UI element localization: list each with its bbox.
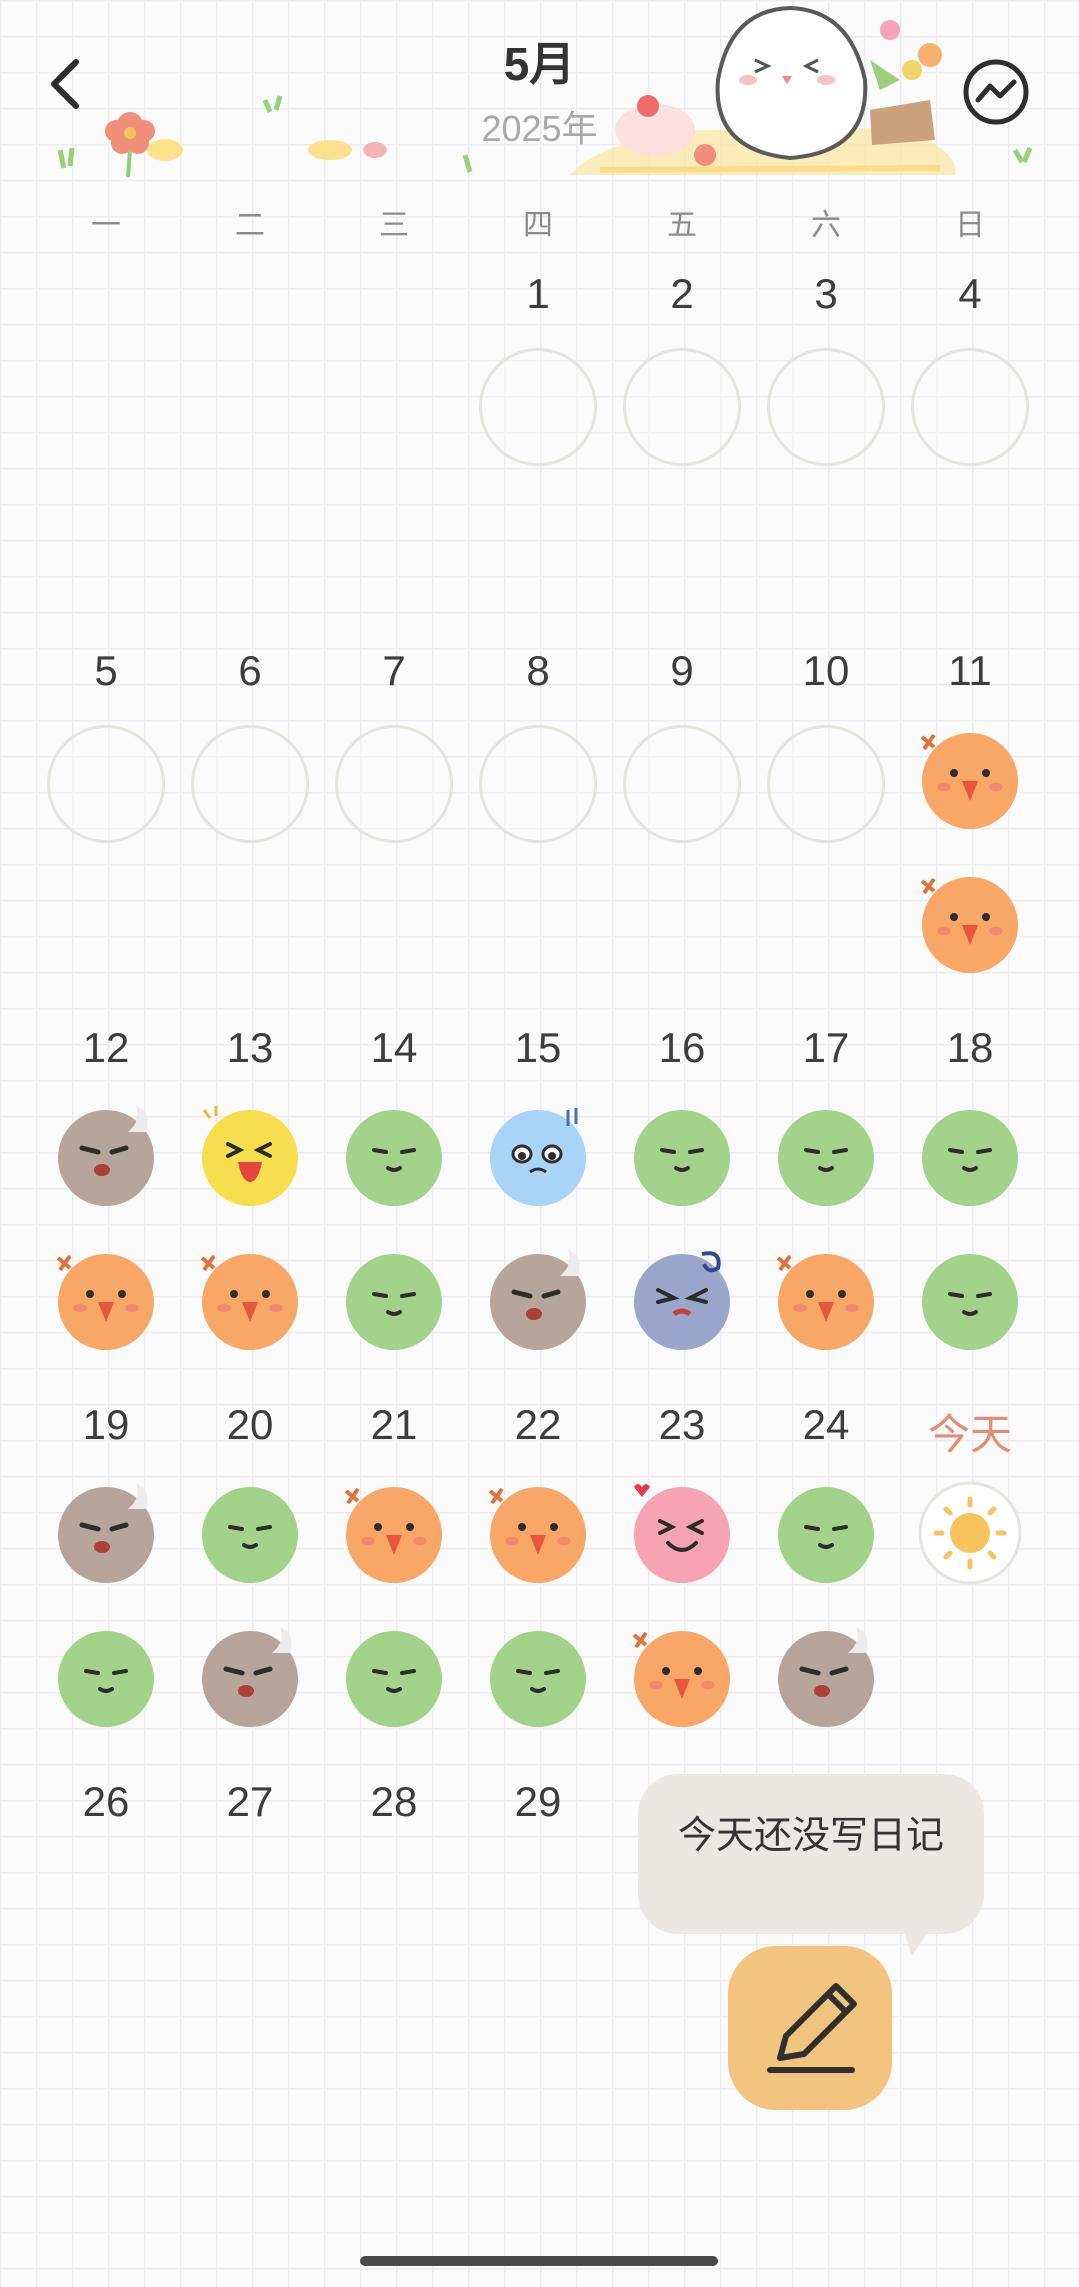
day-number[interactable]: 10 (754, 647, 898, 695)
today-label[interactable]: 今天 (898, 1401, 1042, 1462)
mood-angry-icon[interactable] (916, 869, 1024, 977)
mood-calm-icon[interactable] (340, 1102, 448, 1210)
weekday-label: 四 (523, 209, 553, 242)
mood-angry-icon[interactable] (916, 725, 1024, 833)
mood-tired-icon[interactable] (484, 1246, 592, 1354)
day-number[interactable]: 5 (34, 647, 178, 695)
day-number[interactable]: 8 (466, 647, 610, 695)
mood-annoyed-icon[interactable] (628, 1246, 736, 1354)
mood-calm-icon[interactable] (340, 1623, 448, 1731)
day-number[interactable]: 15 (466, 1024, 610, 1072)
empty-day-slot[interactable] (767, 348, 885, 466)
day-number[interactable]: 14 (322, 1024, 466, 1072)
empty-day-slot[interactable] (335, 725, 453, 843)
empty-day-slot[interactable] (767, 725, 885, 843)
reminder-text: 今天还没写日记 (677, 1815, 944, 1857)
day-number[interactable]: 26 (34, 1778, 178, 1826)
day-number[interactable]: 21 (322, 1401, 466, 1449)
mood-calm-icon[interactable] (628, 1102, 736, 1210)
day-number[interactable]: 19 (34, 1401, 178, 1449)
day-number[interactable]: 4 (898, 270, 1042, 318)
empty-day-slot[interactable] (479, 348, 597, 466)
mood-tired-icon[interactable] (52, 1479, 160, 1587)
day-number[interactable]: 18 (898, 1024, 1042, 1072)
day-number[interactable]: 17 (754, 1024, 898, 1072)
day-number[interactable]: 9 (610, 647, 754, 695)
reminder-bubble: 今天还没写日记 (638, 1774, 984, 1934)
mood-angry-icon[interactable] (196, 1246, 304, 1354)
day-number[interactable]: 12 (34, 1024, 178, 1072)
mood-calm-icon[interactable] (916, 1102, 1024, 1210)
mood-sunny-icon[interactable] (916, 1479, 1024, 1587)
day-number[interactable]: 13 (178, 1024, 322, 1072)
weekday-label: 六 (811, 209, 841, 242)
mood-tired-icon[interactable] (196, 1623, 304, 1731)
pencil-icon (767, 1983, 857, 2073)
mood-angry-icon[interactable] (340, 1479, 448, 1587)
mood-angry-icon[interactable] (484, 1479, 592, 1587)
weekday-label: 三 (379, 209, 409, 242)
empty-day-slot[interactable] (191, 725, 309, 843)
empty-day-slot[interactable] (911, 348, 1029, 466)
trend-button[interactable] (962, 58, 1030, 126)
mood-calm-icon[interactable] (340, 1246, 448, 1354)
empty-day-slot[interactable] (623, 725, 741, 843)
day-number[interactable]: 22 (466, 1401, 610, 1449)
weekday-label: 二 (235, 209, 265, 242)
day-number[interactable]: 11 (898, 647, 1042, 695)
mood-angry-icon[interactable] (628, 1623, 736, 1731)
mood-calm-icon[interactable] (772, 1479, 880, 1587)
empty-day-slot[interactable] (47, 725, 165, 843)
weekday-header: 一 二 三 四 五 六 日 (0, 200, 1079, 250)
header: 5月 2025年 (0, 0, 1079, 190)
empty-day-slot[interactable] (479, 725, 597, 843)
month-title: 5月 (503, 38, 576, 90)
weekday-label: 一 (91, 209, 121, 242)
trend-chart-icon (963, 59, 1029, 125)
day-number[interactable]: 3 (754, 270, 898, 318)
mood-calm-icon[interactable] (196, 1479, 304, 1587)
day-number[interactable]: 23 (610, 1401, 754, 1449)
home-indicator[interactable] (360, 2256, 718, 2266)
mood-angry-icon[interactable] (772, 1246, 880, 1354)
mood-calm-icon[interactable] (484, 1623, 592, 1731)
day-number[interactable]: 20 (178, 1401, 322, 1449)
mood-laughing-icon[interactable] (196, 1102, 304, 1210)
empty-day-slot[interactable] (623, 348, 741, 466)
weekday-label: 五 (667, 209, 697, 242)
mood-love-icon[interactable] (628, 1479, 736, 1587)
mood-sad-icon[interactable] (484, 1102, 592, 1210)
bubble-tail (900, 1920, 936, 1956)
day-number[interactable]: 7 (322, 647, 466, 695)
day-number[interactable]: 27 (178, 1778, 322, 1826)
day-number[interactable]: 24 (754, 1401, 898, 1449)
mood-tired-icon[interactable] (52, 1102, 160, 1210)
day-number[interactable]: 2 (610, 270, 754, 318)
year-label: 2025年 (481, 108, 598, 149)
day-number[interactable]: 1 (466, 270, 610, 318)
mood-tired-icon[interactable] (772, 1623, 880, 1731)
day-number[interactable]: 28 (322, 1778, 466, 1826)
mood-calm-icon[interactable] (916, 1246, 1024, 1354)
day-number[interactable]: 16 (610, 1024, 754, 1072)
write-diary-button[interactable] (728, 1946, 892, 2110)
mood-calm-icon[interactable] (52, 1623, 160, 1731)
weekday-label: 日 (955, 209, 985, 242)
day-number[interactable]: 6 (178, 647, 322, 695)
mood-calm-icon[interactable] (772, 1102, 880, 1210)
mood-angry-icon[interactable] (52, 1246, 160, 1354)
day-number[interactable]: 29 (466, 1778, 610, 1826)
